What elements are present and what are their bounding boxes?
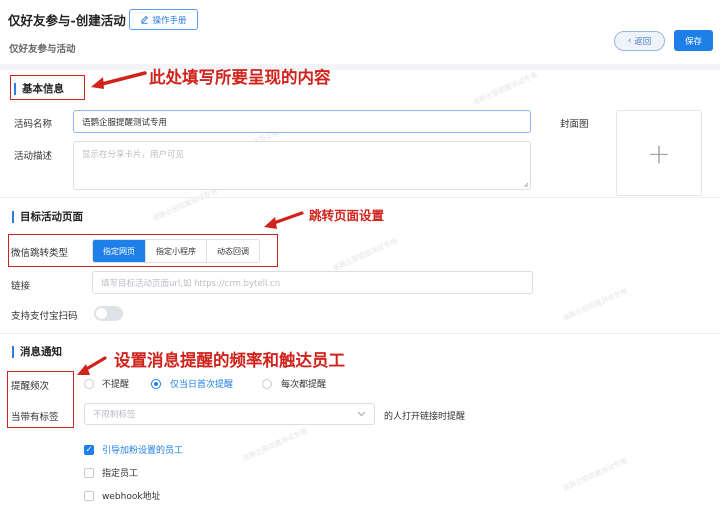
alipay-label: 支持支付宝扫码 — [11, 311, 78, 322]
section-divider — [0, 333, 720, 334]
header-divider — [0, 64, 720, 70]
watermark: 语鹦企服提醒测试专用 — [561, 287, 629, 323]
watermark: 语鹦企服提醒测试专用 — [241, 427, 309, 463]
back-button-label: 返回 — [634, 37, 652, 47]
back-button[interactable]: ‹ 返回 — [614, 31, 665, 51]
annotation-basic-info: 此处填写所要呈现的内容 — [149, 68, 331, 87]
radio-every-time-label[interactable]: 每次都提醒 — [281, 377, 326, 390]
watermark: 语鹦企服提醒测试专用 — [561, 457, 629, 493]
annotation-box-notification — [7, 371, 74, 428]
watermark: 语鹦企服提醒测试专用 — [471, 71, 539, 107]
edit-icon — [141, 15, 149, 24]
section-title-target-page: 目标活动页面 — [12, 211, 83, 223]
checkbox-guide-staff[interactable]: ✓ — [84, 444, 94, 455]
radio-no-remind-label[interactable]: 不提醒 — [102, 377, 147, 390]
annotation-box-jump-type — [8, 234, 278, 267]
tag-suffix: 的人打开链接时提醒 — [384, 412, 466, 422]
save-button[interactable]: 保存 — [674, 30, 713, 51]
annotation-notification: 设置消息提醒的频率和触达员工 — [114, 351, 345, 370]
plus-icon: + — [647, 136, 671, 170]
annotation-jump: 跳转页面设置 — [309, 208, 385, 223]
radio-first-daily[interactable] — [151, 378, 161, 389]
cover-label: 封面图 — [560, 119, 589, 130]
radio-first-daily-label[interactable]: 仅当日首次提醒 — [170, 377, 258, 390]
desc-textarea[interactable]: 显示在分享卡片，用户可见 — [73, 141, 531, 190]
link-label: 链接 — [11, 281, 31, 292]
cover-upload[interactable]: + — [616, 110, 702, 196]
frequency-options: 不提醒 仅当日首次提醒 每次都提醒 — [84, 377, 326, 390]
desc-placeholder: 显示在分享卡片，用户可见 — [82, 150, 185, 160]
watermark: 语鹦企服提醒测试专用 — [331, 237, 399, 273]
chevron-down-icon — [357, 411, 366, 417]
link-placeholder: 填写目标活动页面url,如 https://crm.bytell.cn — [101, 278, 281, 289]
tag-placeholder: 不限制标签 — [93, 410, 136, 420]
radio-every-time[interactable] — [262, 378, 272, 389]
toggle-knob — [96, 308, 107, 319]
desc-label: 活动描述 — [14, 151, 53, 162]
tag-select[interactable]: 不限制标签 — [84, 403, 375, 425]
manual-button-label: 操作手册 — [152, 15, 187, 26]
chevron-left-icon: ‹ — [627, 36, 632, 46]
recipient-webhook-label: webhook地址 — [102, 492, 161, 502]
radio-no-remind[interactable] — [84, 378, 94, 389]
manual-button[interactable]: 操作手册 — [129, 9, 198, 30]
annotation-box-basic-info — [10, 75, 85, 100]
section-divider — [0, 197, 720, 198]
recipient-specified-staff[interactable]: 指定员工 — [84, 466, 138, 479]
name-input-value: 语鹦企服提醒测试专用 — [82, 117, 168, 128]
recipient-guide-staff-label: 引导加粉设置的员工 — [102, 446, 184, 456]
link-input[interactable]: 填写目标活动页面url,如 https://crm.bytell.cn — [92, 271, 533, 294]
arrow-basic-info — [91, 71, 147, 89]
name-input[interactable]: 语鹦企服提醒测试专用 — [73, 110, 531, 133]
page-title: 仅好友参与-创建活动 — [8, 13, 126, 28]
section-title-notification: 消息通知 — [12, 346, 62, 358]
recipient-specified-staff-label: 指定员工 — [102, 469, 139, 479]
arrow-jump-type — [264, 211, 304, 229]
checkbox-specified-staff[interactable] — [84, 467, 94, 478]
page-subtitle: 仅好友参与活动 — [9, 44, 76, 55]
resize-handle-icon[interactable] — [523, 182, 529, 188]
arrow-notification — [77, 356, 107, 375]
watermark: 语鹦企服提醒测试专用 — [151, 187, 219, 223]
recipient-webhook[interactable]: webhook地址 — [84, 489, 161, 502]
recipient-guide-staff[interactable]: ✓ 引导加粉设置的员工 — [84, 443, 183, 456]
checkbox-webhook[interactable] — [84, 490, 94, 501]
name-label: 活码名称 — [14, 119, 53, 130]
alipay-toggle[interactable] — [94, 306, 123, 321]
